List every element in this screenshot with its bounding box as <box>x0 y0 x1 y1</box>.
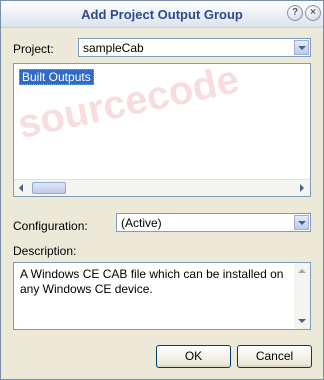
project-label: Project: <box>13 42 54 56</box>
title-bar[interactable]: Add Project Output Group ? × <box>1 1 323 28</box>
project-value: sampleCab <box>83 41 144 55</box>
close-icon: × <box>310 7 316 18</box>
cancel-button[interactable]: Cancel <box>237 345 312 368</box>
configuration-dropdown[interactable]: (Active) <box>116 213 311 232</box>
scroll-right-icon[interactable] <box>294 180 310 196</box>
help-icon: ? <box>291 7 299 18</box>
scroll-left-icon[interactable] <box>14 180 30 196</box>
output-group-list[interactable]: sourcecode Built Outputs <box>13 63 311 197</box>
close-button[interactable]: × <box>305 5 321 21</box>
scroll-thumb[interactable] <box>32 182 66 194</box>
help-button[interactable]: ? <box>287 5 303 21</box>
chevron-down-icon[interactable] <box>294 215 309 230</box>
dialog-window: Add Project Output Group ? × Project: sa… <box>0 0 324 380</box>
scroll-up-icon[interactable] <box>294 263 310 279</box>
dialog-title: Add Project Output Group <box>81 7 243 22</box>
vertical-scrollbar[interactable] <box>294 263 310 329</box>
list-item[interactable]: Built Outputs <box>19 69 94 85</box>
project-dropdown[interactable]: sampleCab <box>78 38 311 57</box>
description-label: Description: <box>13 244 77 258</box>
description-text: A Windows CE CAB file which can be insta… <box>20 267 284 296</box>
scroll-down-icon[interactable] <box>294 313 310 329</box>
horizontal-scrollbar[interactable] <box>14 179 310 196</box>
chevron-down-icon[interactable] <box>294 40 309 55</box>
description-box[interactable]: A Windows CE CAB file which can be insta… <box>13 262 311 330</box>
configuration-label: Configuration: <box>13 219 88 233</box>
ok-button[interactable]: OK <box>156 345 231 368</box>
configuration-value: (Active) <box>121 216 162 230</box>
